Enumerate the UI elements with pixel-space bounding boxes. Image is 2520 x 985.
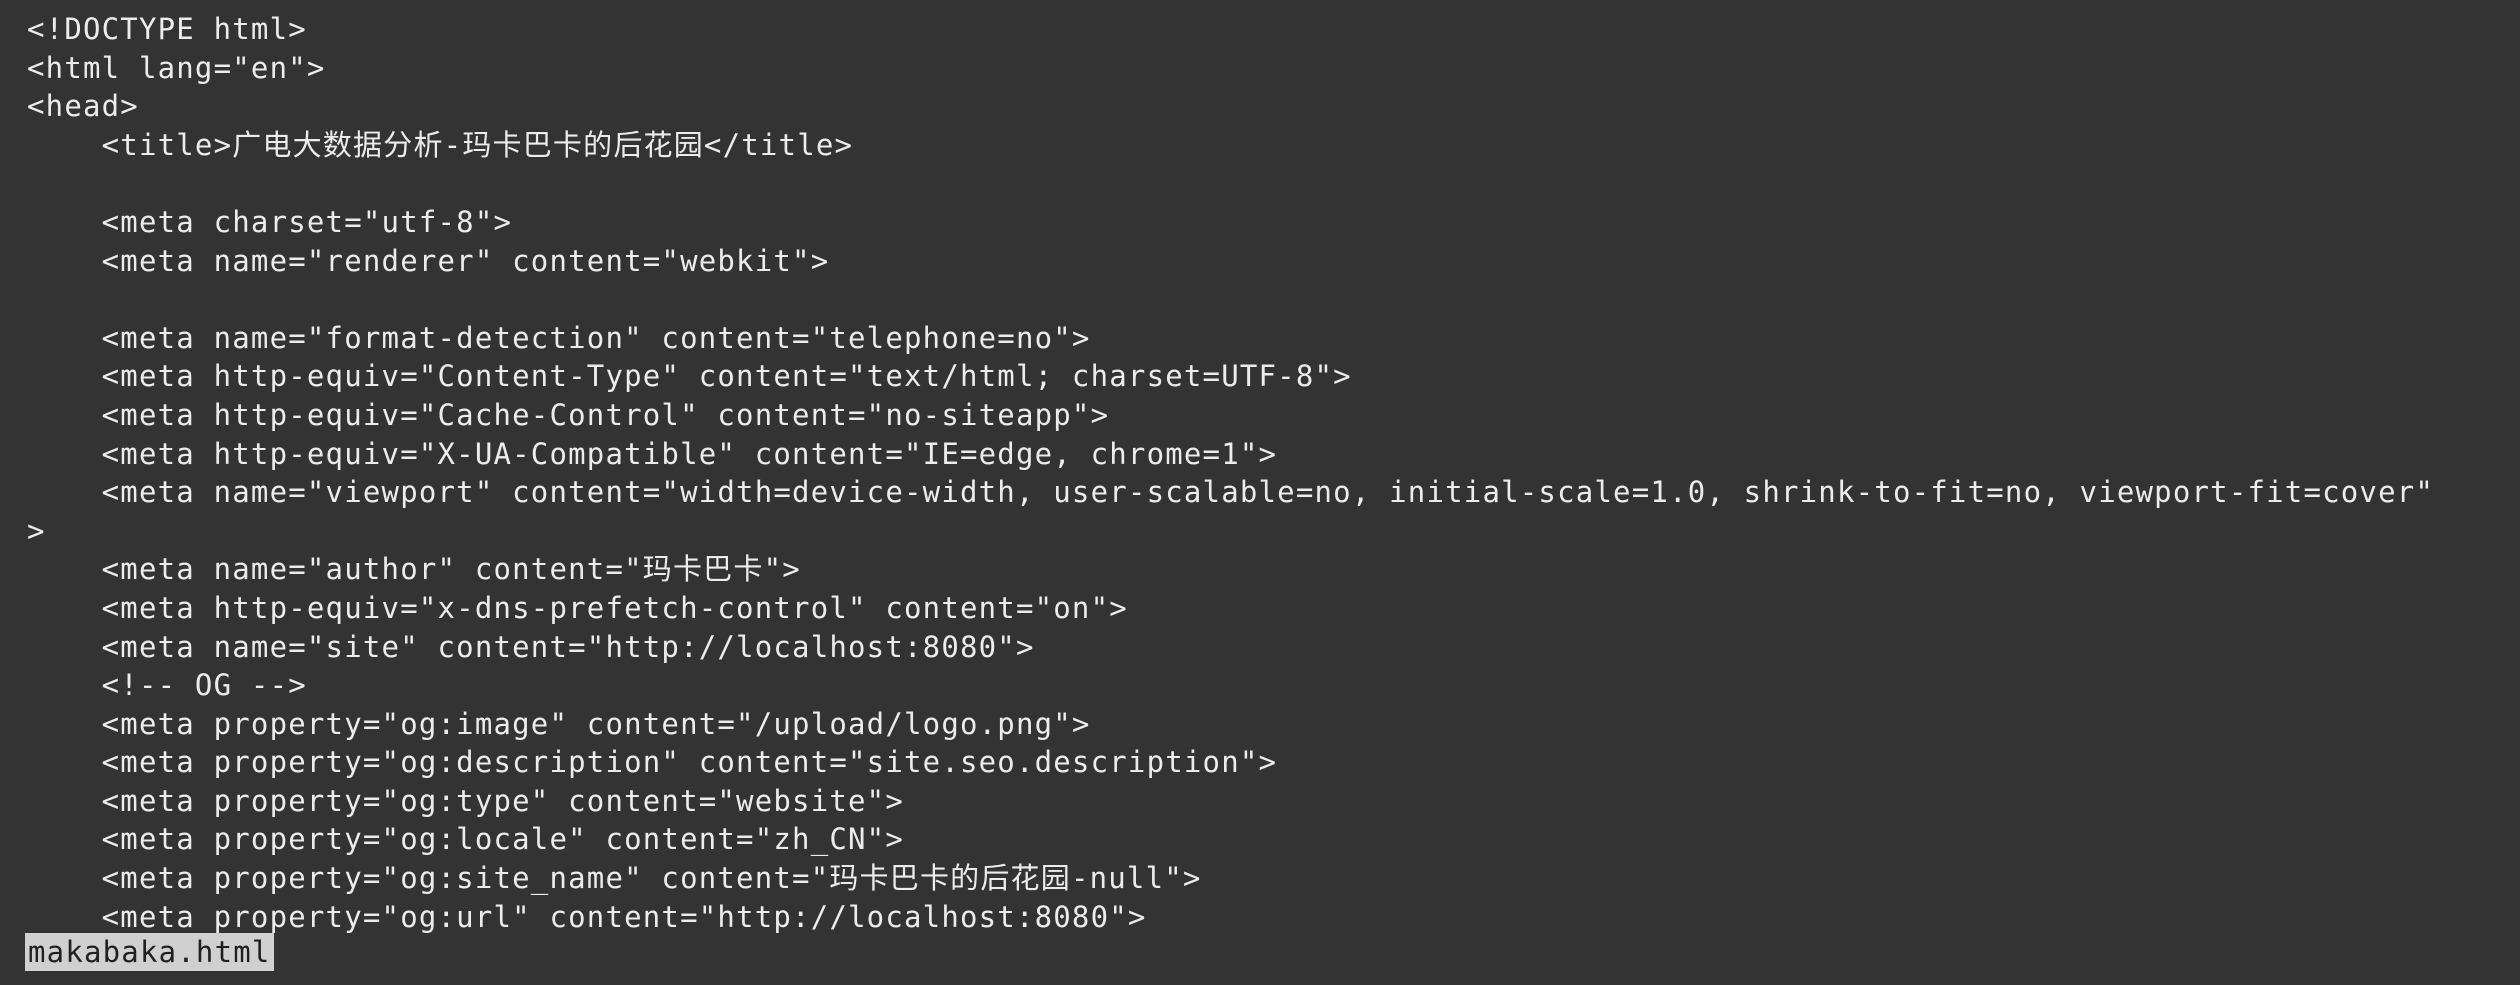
code-content[interactable]: <!DOCTYPE html> <html lang="en"> <head> … xyxy=(27,10,2517,936)
code-line: <!-- OG --> xyxy=(27,668,307,703)
code-line: <meta property="og:url" content="http://… xyxy=(27,899,1147,934)
code-line: <!DOCTYPE html> xyxy=(27,12,307,46)
code-line: <meta property="og:site_name" content="玛… xyxy=(27,861,1202,896)
code-line: <meta charset="utf-8"> xyxy=(27,204,513,239)
code-line: <meta property="og:description" content=… xyxy=(27,745,1278,780)
code-line: <meta name="author" content="玛卡巴卡"> xyxy=(27,552,801,587)
code-line: <html lang="en"> xyxy=(27,50,326,85)
code-line: <meta name="format-detection" content="t… xyxy=(27,320,1091,355)
file-name-status: makabaka.html xyxy=(25,933,274,971)
code-line: <meta http-equiv="X-UA-Compatible" conte… xyxy=(27,436,1278,471)
code-line: <head> xyxy=(27,89,139,124)
code-line: <meta property="og:locale" content="zh_C… xyxy=(27,822,904,857)
code-line: <meta name="renderer" content="webkit"> xyxy=(27,243,830,278)
code-line: <meta property="og:image" content="/uplo… xyxy=(27,706,1091,741)
code-line: <meta name="site" content="http://localh… xyxy=(27,629,1035,664)
terminal-file-viewer[interactable]: <!DOCTYPE html> <html lang="en"> <head> … xyxy=(0,0,2520,985)
code-line: > xyxy=(27,513,46,548)
code-line: <meta name="viewport" content="width=dev… xyxy=(27,475,2435,510)
code-line: <meta property="og:type" content="websit… xyxy=(27,783,904,818)
code-line: <meta http-equiv="Cache-Control" content… xyxy=(27,397,1110,432)
code-line: <meta http-equiv="x-dns-prefetch-control… xyxy=(27,590,1128,625)
code-line: <meta http-equiv="Content-Type" content=… xyxy=(27,359,1352,394)
code-line: <title>广电大数据分析-玛卡巴卡的后花园</title> xyxy=(27,127,854,162)
